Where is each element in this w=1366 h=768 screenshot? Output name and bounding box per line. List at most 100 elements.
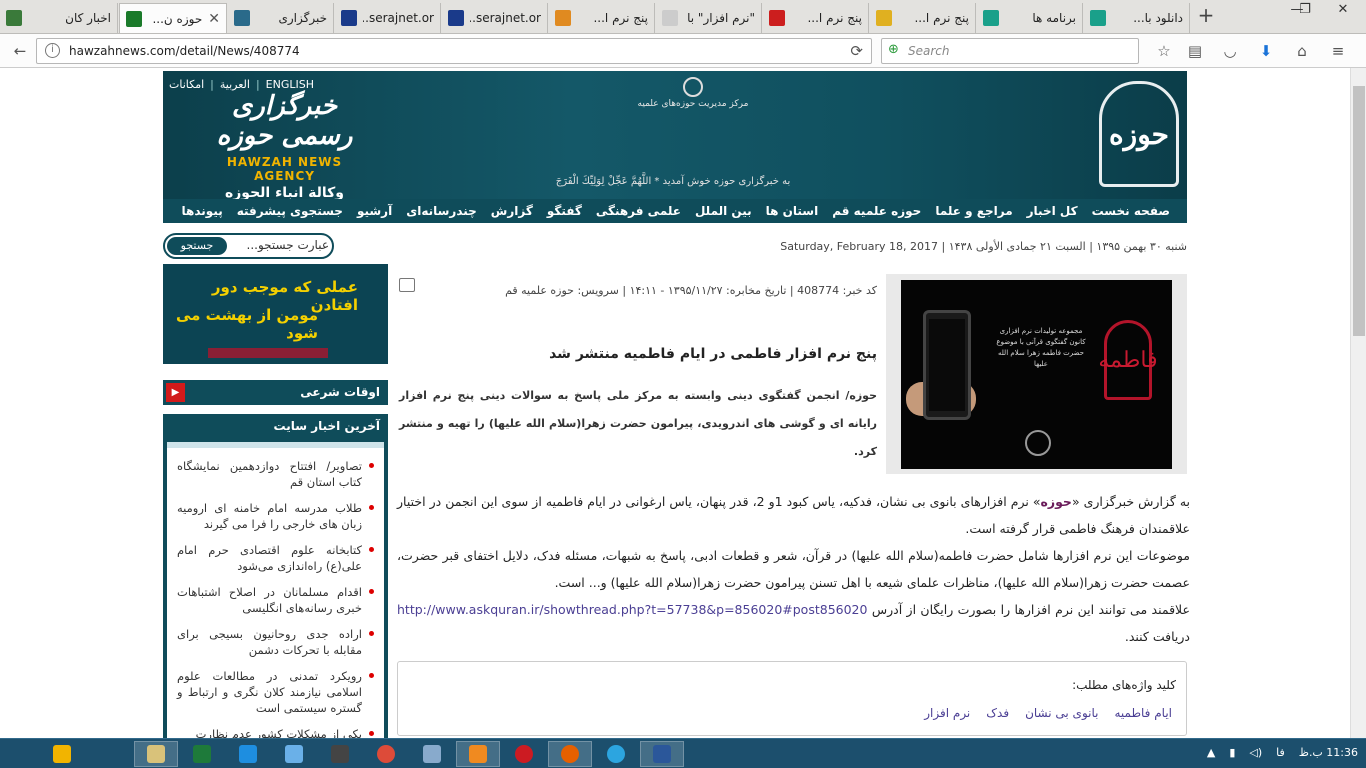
list-item[interactable]: اقدام مسلمانان در اصلاح اشتباهات خبری رس… [177, 584, 374, 616]
askquran-link[interactable]: http://www.askquran.ir/showthread.php?t=… [397, 602, 867, 617]
lang-link-amkanat[interactable]: امکانات [169, 78, 204, 91]
play-icon[interactable]: ▶ [166, 383, 185, 402]
restore-button[interactable]: ❐ [1290, 0, 1320, 22]
close-window-button[interactable]: ✕ [1320, 0, 1366, 22]
tab-1[interactable]: اخبار کان [0, 3, 118, 33]
menu-item-all-news[interactable]: کل اخبار [1020, 204, 1085, 218]
close-tab-icon[interactable]: ✕ [208, 11, 220, 27]
keyword-link[interactable]: فدک [980, 706, 1015, 720]
url-text[interactable]: hawzahnews.com/detail/News/408774 [69, 44, 300, 58]
tab-3[interactable]: خبرگزاری [228, 3, 334, 33]
search-bar[interactable]: ⊕ Search [881, 38, 1139, 64]
list-item[interactable]: کتابخانه علوم اقتصادی حرم امام علی(ع) را… [177, 542, 374, 574]
taskbar-word-icon[interactable] [640, 741, 684, 767]
taskbar-chrome-icon[interactable] [364, 741, 408, 767]
taskbar-app-icon[interactable] [318, 741, 362, 767]
taskbar-dropbox-icon[interactable] [226, 741, 270, 767]
article-paragraph-1: به گزارش خبرگزاری «حوزه» نرم افزارهای با… [397, 488, 1190, 542]
keyword-link[interactable]: بانوی بی نشان [1019, 706, 1104, 720]
new-tab-button[interactable]: + [1195, 5, 1217, 27]
menu-item-links[interactable]: پیوندها [175, 204, 230, 218]
menu-item-home[interactable]: صفحه نخست [1085, 204, 1177, 218]
sidebar-banner[interactable]: عملی که موجب دور افتادن مومن از بهشت می … [163, 264, 388, 364]
lang-link-english[interactable]: ENGLISH [266, 78, 314, 91]
language-indicator[interactable]: فا [1276, 746, 1285, 759]
taskbar-start-icon[interactable] [40, 741, 84, 767]
menu-item-archive[interactable]: آرشیو [350, 204, 399, 218]
url-bar[interactable]: i hawzahnews.com/detail/News/408774 ⟳ [36, 38, 872, 64]
tab-11[interactable]: دانلود با... [1084, 3, 1190, 33]
clock[interactable]: 11:36 ب.ظ [1299, 746, 1358, 759]
list-item[interactable]: یکی از مشکلات کشور عدم نظارت [177, 726, 374, 738]
tab-5[interactable]: serajnet.or... [442, 3, 548, 33]
bookmark-star-icon[interactable]: ☆ [1152, 39, 1176, 63]
vertical-scrollbar[interactable] [1350, 68, 1366, 738]
tab-10[interactable]: برنامه ها [977, 3, 1083, 33]
tab-title: پنج نرم ا... [807, 11, 862, 25]
menu-item-advanced-search[interactable]: جستجوی پیشرفته [230, 204, 350, 218]
menu-item-provinces[interactable]: استان ها [759, 204, 826, 218]
prayer-times-bar[interactable]: اوقات شرعی ▶ [163, 380, 388, 405]
lang-link-arabic[interactable]: العربية [220, 78, 250, 91]
iran-emblem-icon [683, 77, 703, 97]
list-item[interactable]: تصاویر/ افتتاح دوازدهمین نمایشگاه کتاب ا… [177, 458, 374, 490]
tab-8[interactable]: پنج نرم ا... [763, 3, 869, 33]
taskbar-explorer-icon[interactable] [134, 741, 178, 767]
download-icon[interactable]: ⬇ [1254, 39, 1278, 63]
news-link[interactable]: کتابخانه علوم اقتصادی حرم امام علی(ع) را… [177, 543, 362, 573]
taskbar-firefox-icon[interactable] [548, 741, 592, 767]
reload-icon[interactable]: ⟳ [850, 42, 863, 60]
info-icon[interactable]: i [45, 43, 60, 58]
volume-icon[interactable]: ◁) [1249, 746, 1262, 759]
news-link[interactable]: اقدام مسلمانان در اصلاح اشتباهات خبری رس… [177, 585, 362, 615]
emblem-icon [1025, 430, 1051, 456]
site-logo[interactable]: حوزه [1099, 81, 1179, 187]
menu-item-scholars[interactable]: مراجع و علما [928, 204, 1019, 218]
site-search-button[interactable]: جستجو [167, 237, 227, 255]
taskbar-telegram-icon[interactable] [594, 741, 638, 767]
reading-list-icon[interactable]: ▤ [1183, 39, 1207, 63]
date-bar: جستجو عبارت جستجو... شنبه ۳۰ بهمن ۱۳۹۵ |… [163, 233, 1187, 261]
tab-4[interactable]: serajnet.or... [335, 3, 441, 33]
menu-item-interview[interactable]: گفتگو [540, 204, 589, 218]
tab-2-active[interactable]: حوزه ن... ✕ [119, 3, 227, 33]
tab-9[interactable]: پنج نرم ا... [870, 3, 976, 33]
menu-item-qom[interactable]: حوزه علمیه قم [825, 204, 928, 218]
news-link[interactable]: اراده جدی روحانیون بسیجی برای مقابله با … [177, 627, 362, 657]
news-link[interactable]: تصاویر/ افتتاح دوازدهمین نمایشگاه کتاب ا… [177, 459, 362, 489]
p3-post: دریافت کنند. [1124, 629, 1190, 644]
site-search-input[interactable]: عبارت جستجو... [229, 238, 329, 252]
back-icon[interactable]: ← [8, 39, 32, 63]
menu-item-international[interactable]: بین الملل [688, 204, 759, 218]
news-link[interactable]: رویکرد تمدنی در مطالعات علوم اسلامی نیاز… [177, 669, 362, 715]
header-motto: به خبرگزاری حوزه خوش آمدید * اللَّهُمَّ … [555, 176, 791, 187]
list-item[interactable]: رویکرد تمدنی در مطالعات علوم اسلامی نیاز… [177, 668, 374, 716]
scrollbar-thumb[interactable] [1353, 86, 1365, 336]
network-icon[interactable]: ▮ [1229, 746, 1235, 759]
menu-item-report[interactable]: گزارش [484, 204, 540, 218]
pocket-icon[interactable]: ◡ [1218, 39, 1242, 63]
menu-icon[interactable]: ≡ [1326, 39, 1350, 63]
news-link[interactable]: یکی از مشکلات کشور عدم نظارت [196, 727, 362, 738]
tab-favicon [448, 10, 464, 26]
home-icon[interactable]: ⌂ [1290, 39, 1314, 63]
bullet-icon [369, 731, 374, 736]
keyword-link[interactable]: ایام فاطمیه [1108, 706, 1178, 720]
keyword-link[interactable]: نرم افزار [918, 706, 976, 720]
taskbar-onedrive-icon[interactable] [272, 741, 316, 767]
print-icon[interactable] [399, 278, 415, 292]
taskbar-app2-icon[interactable] [410, 741, 454, 767]
tab-6[interactable]: پنج نرم ا... [549, 3, 655, 33]
menu-item-multimedia[interactable]: چندرسانه‌ای [399, 204, 484, 218]
news-link[interactable]: طلاب مدرسه امام خامنه ای ارومیه زبان های… [177, 501, 362, 531]
list-item[interactable]: طلاب مدرسه امام خامنه ای ارومیه زبان های… [177, 500, 374, 532]
tray-arrow-icon[interactable]: ▲ [1207, 746, 1215, 759]
taskbar-excel-icon[interactable] [180, 741, 224, 767]
taskbar-opera-icon[interactable] [502, 741, 546, 767]
menu-item-culture[interactable]: علمی فرهنگی [589, 204, 688, 218]
list-item[interactable]: اراده جدی روحانیون بسیجی برای مقابله با … [177, 626, 374, 658]
search-placeholder[interactable]: Search [908, 44, 950, 58]
search-engine-icon[interactable]: ⊕ [888, 42, 899, 57]
tab-7[interactable]: "نرم افزار" با [656, 3, 762, 33]
taskbar-media-player-icon[interactable] [456, 741, 500, 767]
